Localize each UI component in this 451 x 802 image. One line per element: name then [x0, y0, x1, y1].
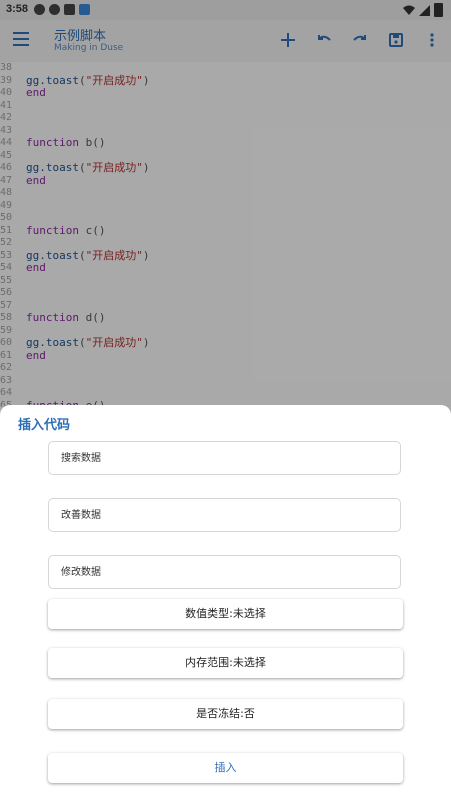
- modify-data-field[interactable]: 修改数据: [48, 555, 401, 589]
- sheet-title: 插入代码: [18, 418, 71, 433]
- freeze-button[interactable]: 是否冻结:否: [48, 699, 403, 729]
- insert-button[interactable]: 插入: [48, 753, 403, 783]
- search-data-field[interactable]: 搜索数据: [48, 441, 401, 475]
- insert-code-sheet: 插入代码 搜索数据 改善数据 修改数据 数值类型:未选择 内存范围:未选择 是否…: [0, 405, 451, 802]
- memory-range-button[interactable]: 内存范围:未选择: [48, 648, 403, 678]
- improve-data-field[interactable]: 改善数据: [48, 498, 401, 532]
- value-type-button[interactable]: 数值类型:未选择: [48, 599, 403, 629]
